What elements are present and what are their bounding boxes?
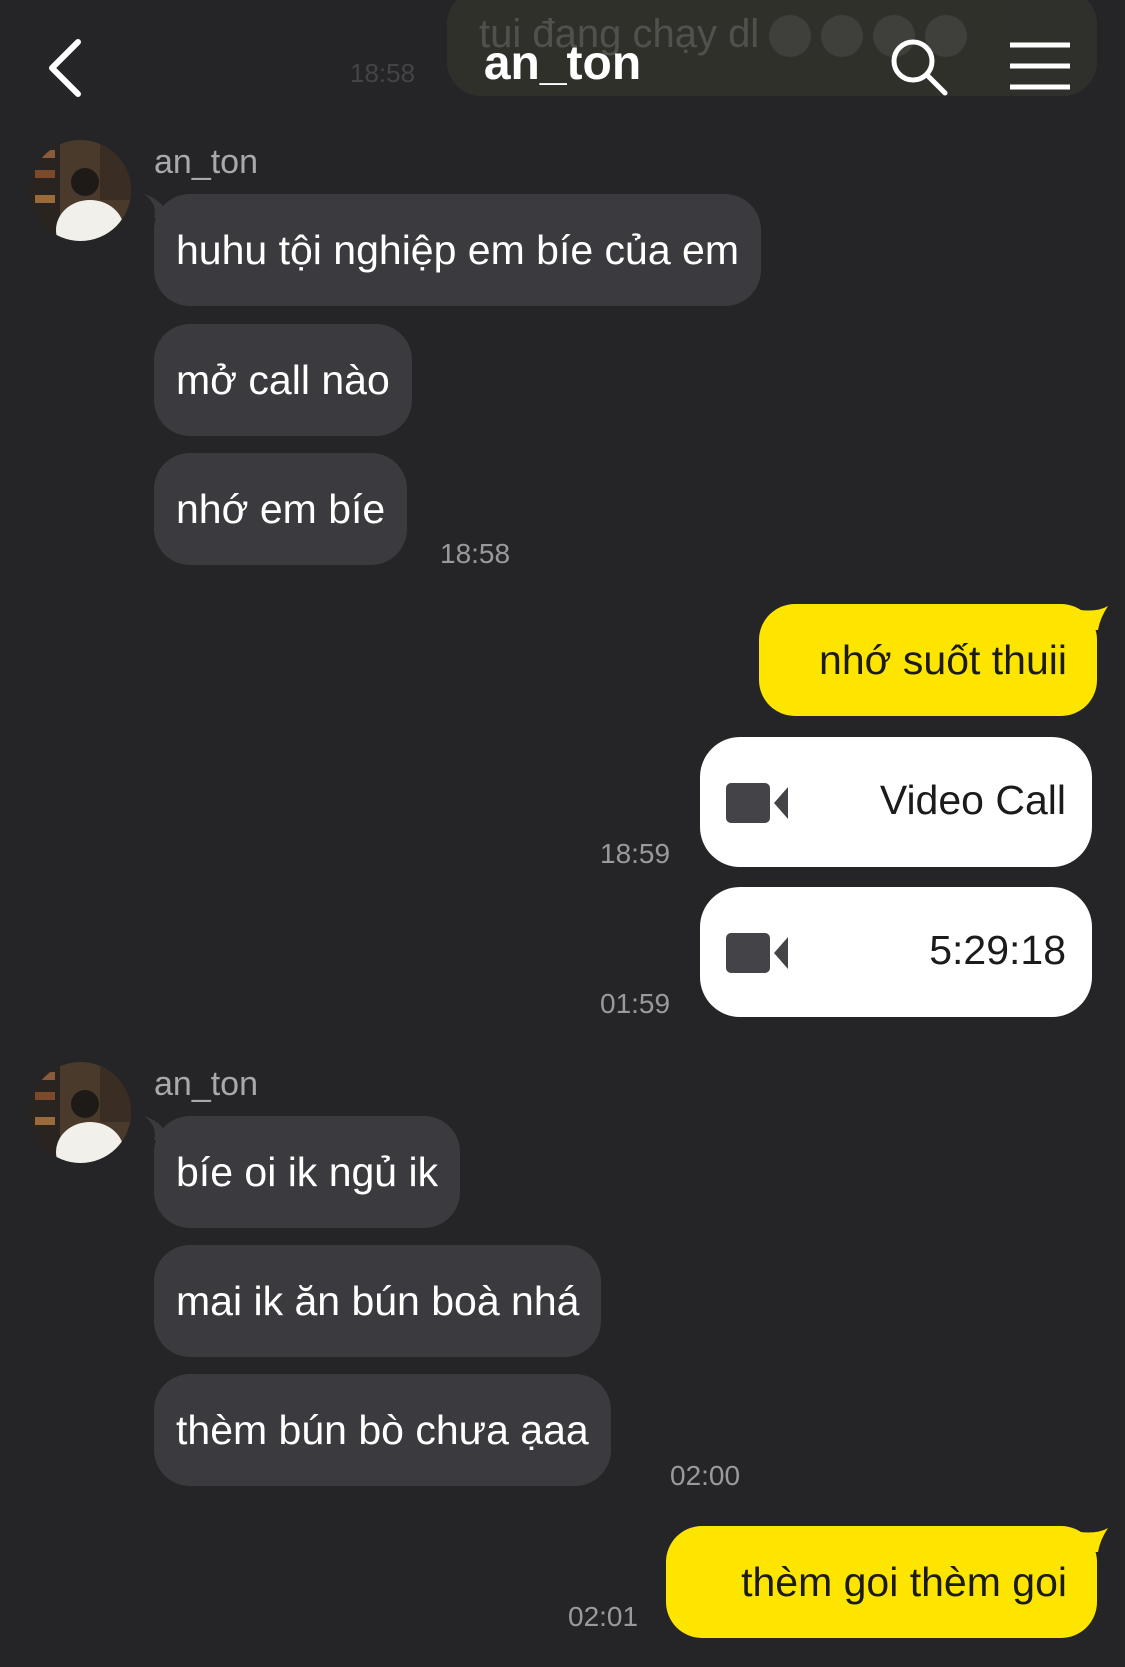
message-time: 02:01: [568, 1601, 639, 1632]
avatar-photo: [30, 1062, 131, 1163]
bubble-tail: [1080, 606, 1108, 630]
search-icon: [891, 39, 948, 96]
call-duration-label: 5:29:18: [929, 927, 1066, 973]
message-bubble[interactable]: nhớ em bíe: [154, 453, 408, 565]
message-bubble[interactable]: huhu tội nghiệp em bíe của em: [154, 194, 761, 306]
chat-title: an_ton: [483, 37, 642, 90]
message-bubble-outgoing[interactable]: thèm goi thèm goi: [666, 1526, 1097, 1638]
avatar[interactable]: [30, 1062, 131, 1163]
video-call-card[interactable]: 5:29:18: [700, 887, 1092, 1017]
menu-button[interactable]: [1008, 40, 1072, 92]
message-bubble[interactable]: mở call nào: [154, 324, 412, 436]
message-time: 02:00: [670, 1460, 741, 1491]
search-button[interactable]: [888, 36, 950, 98]
video-camera-icon: [726, 933, 788, 973]
message-bubble[interactable]: bíe oi ik ngủ ik: [154, 1116, 461, 1228]
avatar-photo: [30, 140, 131, 241]
video-call-label: Video Call: [879, 777, 1066, 823]
avatar[interactable]: [30, 140, 131, 241]
message-time: 01:59: [600, 988, 671, 1019]
sender-name: an_ton: [154, 1065, 258, 1103]
sender-name: an_ton: [154, 143, 258, 181]
message-bubble[interactable]: thèm bún bò chưa ạaa: [154, 1374, 611, 1486]
bubble-tail: [1080, 1528, 1108, 1552]
message-bubble[interactable]: mai ik ăn bún boà nhá: [154, 1245, 602, 1357]
message-time: 18:58: [440, 538, 511, 569]
video-call-card[interactable]: Video Call: [700, 737, 1092, 867]
message-time: 18:59: [600, 838, 671, 869]
video-camera-icon: [726, 783, 788, 823]
menu-icon: [1010, 42, 1070, 90]
message-bubble-outgoing[interactable]: nhớ suốt thuii: [759, 604, 1097, 716]
